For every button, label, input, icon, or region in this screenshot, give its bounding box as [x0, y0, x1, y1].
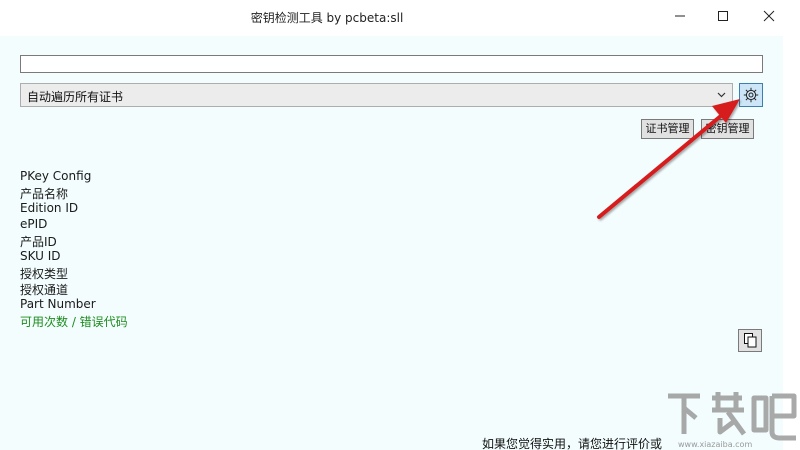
part-number-label: Part Number	[20, 297, 96, 311]
license-channel-label: 授权通道	[20, 283, 69, 297]
sku-id-label: SKU ID	[20, 249, 61, 263]
license-type-label: 授权类型	[20, 267, 69, 281]
close-icon	[763, 10, 775, 22]
maximize-icon	[718, 11, 728, 21]
pkey-config-label: PKey Config	[20, 169, 92, 183]
gear-icon	[743, 87, 759, 103]
product-id-label: 产品ID	[20, 235, 57, 249]
copy-button[interactable]	[738, 329, 762, 352]
watermark-logo: www.xiazaiba.com	[668, 392, 797, 449]
watermark-url: www.xiazaiba.com	[678, 440, 752, 449]
edition-id-label: Edition ID	[20, 201, 79, 215]
certificate-select-value: 自动遍历所有证书	[27, 90, 124, 104]
minimize-button[interactable]	[657, 0, 703, 32]
activation-count-label: 可用次数 / 错误代码	[20, 315, 128, 329]
product-key-input[interactable]	[20, 55, 763, 73]
epid-label: ePID	[20, 217, 48, 231]
chevron-down-icon	[717, 92, 726, 98]
title-bar: 密钥检测工具 by pcbeta:sll	[0, 0, 800, 36]
close-button[interactable]	[746, 0, 792, 32]
certificate-select[interactable]: 自动遍历所有证书	[20, 83, 733, 107]
settings-button[interactable]	[739, 83, 763, 107]
product-name-label: 产品名称	[20, 187, 69, 201]
maximize-button[interactable]	[700, 0, 746, 32]
window-title: 密钥检测工具 by pcbeta:sll	[250, 11, 404, 25]
minimize-icon	[675, 15, 685, 17]
cert-manage-button[interactable]: 证书管理	[641, 119, 694, 139]
feedback-text: 如果您觉得实用，请您进行评价或	[482, 437, 663, 450]
copy-icon	[744, 333, 757, 348]
key-manage-button[interactable]: 密钥管理	[701, 119, 754, 139]
